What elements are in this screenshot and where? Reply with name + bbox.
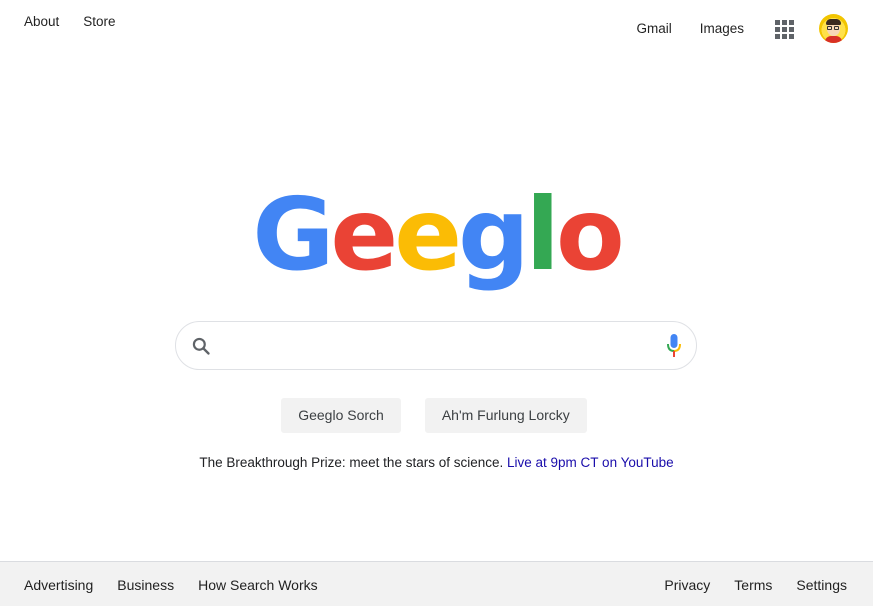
promo-text: The Breakthrough Prize: meet the stars o… [199,455,504,470]
footer-link-advertising[interactable]: Advertising [24,577,93,593]
apps-grid-icon[interactable] [772,17,796,41]
promo-message: The Breakthrough Prize: meet the stars o… [0,455,873,470]
search-box[interactable] [175,321,697,370]
footer-link-terms[interactable]: Terms [734,577,772,593]
logo: Geeglo [0,180,873,290]
about-link[interactable]: About [24,14,59,29]
promo-link[interactable]: Live at 9pm CT on YouTube [507,455,674,470]
footer: Advertising Business How Search Works Pr… [0,561,873,606]
footer-link-business[interactable]: Business [117,577,174,593]
header-left-nav: About Store [24,14,116,29]
user-avatar[interactable] [819,14,848,43]
logo-letter: e [330,176,398,293]
header-right-nav: Gmail Images [636,14,848,43]
footer-link-settings[interactable]: Settings [796,577,847,593]
images-link[interactable]: Images [700,15,744,43]
footer-link-how-search-works[interactable]: How Search Works [198,577,318,593]
logo-letter: g [458,176,530,293]
footer-left-links: Advertising Business How Search Works [24,577,318,593]
logo-letter: o [555,176,625,293]
search-input[interactable] [224,323,654,368]
logo-letter: e [394,176,462,293]
store-link[interactable]: Store [83,14,115,29]
microphone-icon[interactable] [665,333,683,359]
footer-link-privacy[interactable]: Privacy [664,577,710,593]
search-home-page: About Store Gmail Images Geeglo Geeglo S… [0,0,873,606]
search-button[interactable]: Geeglo Sorch [281,398,401,433]
search-icon [192,337,210,355]
footer-right-links: Privacy Terms Settings [664,577,847,593]
lucky-button[interactable]: Ah'm Furlung Lorcky [424,398,587,433]
gmail-link[interactable]: Gmail [636,15,671,43]
logo-letter: l [525,176,560,293]
search-buttons: Geeglo Sorch Ah'm Furlung Lorcky [0,398,873,433]
logo-letter: G [252,176,334,293]
